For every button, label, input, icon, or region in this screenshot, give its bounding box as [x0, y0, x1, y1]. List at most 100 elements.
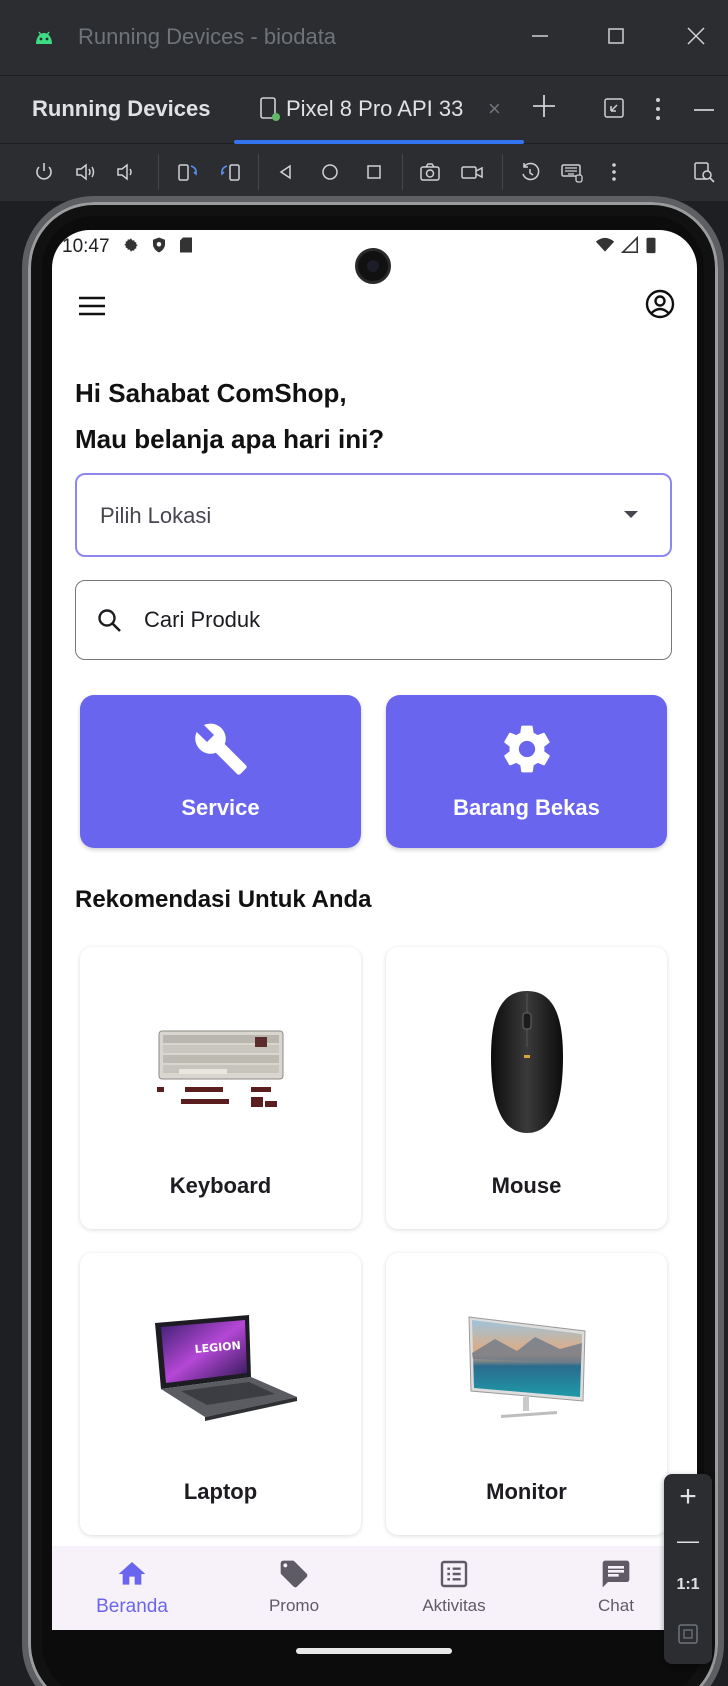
more-vertical-icon [656, 98, 660, 120]
product-card-keyboard[interactable]: Keyboard [80, 947, 361, 1229]
fit-screen-icon [678, 1624, 698, 1644]
close-tab-icon[interactable]: × [488, 96, 501, 122]
snapshot-button[interactable] [514, 156, 546, 188]
menu-button[interactable] [76, 292, 108, 320]
product-card-monitor[interactable]: Monitor [386, 1253, 667, 1535]
overview-icon [367, 165, 381, 179]
volume-down-icon [117, 163, 132, 181]
wifi-icon [595, 237, 615, 252]
actual-size-button[interactable]: 1:1 [664, 1576, 712, 1594]
zoom-in-button[interactable]: + [664, 1480, 712, 1514]
greeting-line-2: Mau belanja apa hari ini? [75, 424, 385, 454]
search-placeholder: Cari Produk [144, 607, 261, 632]
bottom-navigation: Beranda Promo Aktivitas Chat [52, 1546, 697, 1630]
hide-panel-button[interactable] [690, 96, 718, 124]
nav-label: Chat [598, 1596, 634, 1615]
service-button[interactable]: Service [80, 695, 361, 848]
wrench-icon [194, 723, 247, 775]
fit-screen-button[interactable] [676, 1622, 700, 1646]
restore-icon [604, 98, 624, 118]
nav-label: Aktivitas [422, 1596, 486, 1615]
settings-notification-icon [124, 238, 138, 252]
running-devices-header: Running Devices Pixel 8 Pro API 33 × [0, 76, 728, 144]
nav-item-chat[interactable]: Chat [566, 1558, 666, 1616]
product-name: Mouse [491, 1173, 562, 1198]
options-button[interactable] [648, 94, 668, 124]
mouse-product-image [490, 991, 563, 1133]
volume-up-icon [76, 163, 95, 181]
nav-item-beranda[interactable]: Beranda [82, 1558, 182, 1618]
nav-label: Promo [268, 1596, 320, 1615]
keyboard-button[interactable] [556, 156, 588, 188]
more-actions-button[interactable] [598, 156, 630, 188]
back-icon [279, 164, 291, 180]
gear-icon [503, 725, 550, 773]
device-tab[interactable]: Pixel 8 Pro API 33 × [234, 76, 524, 144]
device-icon [260, 97, 280, 121]
search-input[interactable]: Cari Produk [75, 580, 672, 660]
plus-icon [533, 95, 555, 117]
zoom-out-button[interactable]: — [664, 1528, 712, 1554]
product-card-laptop[interactable]: LEGION Laptop [80, 1253, 361, 1535]
status-time: 10:47 [62, 236, 110, 257]
monitor-product-image [467, 1316, 586, 1418]
profile-button[interactable] [644, 288, 676, 320]
shield-notification-icon [153, 237, 165, 253]
zoom-controls: + — 1:1 [664, 1474, 712, 1664]
front-camera [355, 248, 391, 284]
nav-label: Beranda [96, 1596, 168, 1617]
rotate-right-button[interactable] [214, 156, 246, 188]
gesture-bar[interactable] [296, 1648, 452, 1654]
service-button-label: Service [181, 795, 260, 820]
recommendation-title: Rekomendasi Untuk Anda [75, 886, 372, 913]
search-icon [98, 609, 121, 632]
new-tab-button[interactable] [530, 92, 562, 124]
overview-button[interactable] [358, 156, 390, 188]
greeting: Hi Sahabat ComShop, Mau belanja apa hari… [75, 370, 384, 462]
home-icon [118, 1562, 146, 1585]
product-name: Monitor [486, 1479, 567, 1504]
screenshot-button[interactable] [414, 156, 446, 188]
home-button[interactable] [314, 156, 346, 188]
product-card-mouse[interactable]: Mouse [386, 947, 667, 1229]
signal-icon [621, 236, 639, 254]
barang-bekas-button[interactable]: Barang Bekas [386, 695, 667, 848]
hamburger-menu-icon [79, 296, 105, 316]
screenshot-icon [420, 163, 440, 181]
device-explorer-button[interactable] [688, 156, 720, 188]
location-dropdown-label: Pilih Lokasi [100, 503, 212, 528]
device-explorer-icon [694, 162, 715, 183]
nav-item-aktivitas[interactable]: Aktivitas [404, 1558, 504, 1616]
device-tab-label: Pixel 8 Pro API 33 [286, 96, 464, 121]
restore-window-button[interactable] [602, 96, 628, 122]
battery-icon [646, 237, 656, 254]
power-icon [36, 163, 52, 180]
close-icon [687, 27, 705, 45]
nav-item-promo[interactable]: Promo [244, 1558, 344, 1616]
power-button[interactable] [28, 156, 60, 188]
more-vertical-icon [612, 163, 616, 181]
minimize-icon [532, 35, 548, 37]
tool-window-label: Running Devices [32, 96, 211, 121]
tag-icon [280, 1560, 308, 1588]
rotate-left-button[interactable] [172, 156, 204, 188]
window-title: Running Devices - biodata [78, 24, 337, 49]
product-name: Laptop [183, 1479, 258, 1504]
greeting-line-1: Hi Sahabat ComShop, [75, 378, 347, 408]
location-dropdown[interactable]: Pilih Lokasi [75, 473, 672, 557]
volume-up-button[interactable] [70, 156, 102, 188]
list-icon [440, 1560, 468, 1588]
rotate-left-icon [178, 164, 197, 181]
sd-card-icon [180, 237, 192, 253]
back-button[interactable] [270, 156, 302, 188]
dropdown-arrow-icon [624, 511, 638, 518]
screen-record-button[interactable] [456, 156, 488, 188]
close-window-button[interactable] [678, 18, 714, 54]
home-circle-icon [322, 164, 338, 180]
android-studio-icon [36, 31, 52, 44]
minimize-panel-icon [694, 109, 714, 111]
minimize-button[interactable] [522, 18, 558, 54]
product-name: Keyboard [169, 1173, 272, 1198]
volume-down-button[interactable] [110, 156, 142, 188]
maximize-button[interactable] [598, 18, 634, 54]
